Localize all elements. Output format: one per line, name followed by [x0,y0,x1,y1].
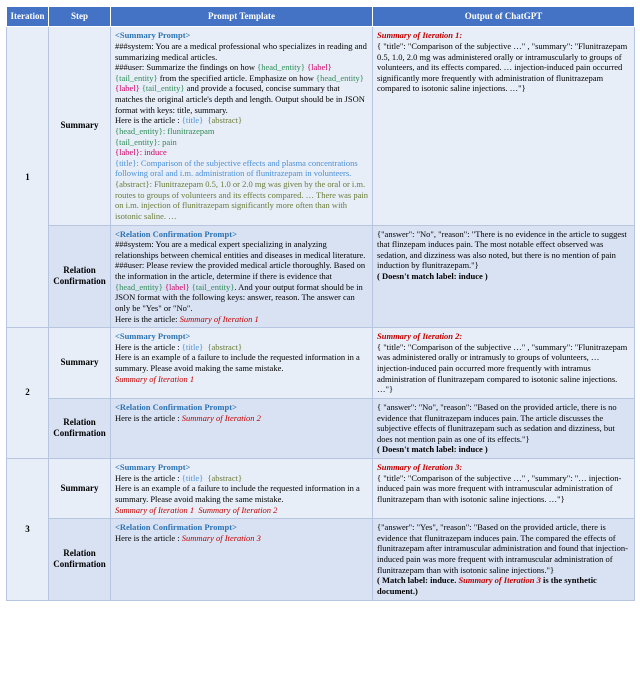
soi-label: Summary of Iteration 2: [377,331,462,341]
summary-prompt-hdr: <Summary Prompt> [115,462,190,472]
label-val: : induce [140,147,167,157]
summary-fail-note: Here is an example of a failure to inclu… [115,352,360,373]
tail-entity-tok: {tail_entity} [115,137,158,147]
tail-entity-tok: {tail_entity} [142,83,185,93]
iteration-cell: 3 [7,459,49,601]
prompt-cell: <Relation Confirmation Prompt> Here is t… [111,519,373,600]
col-prompt: Prompt Template [111,7,373,27]
abstract-tok: {abstract} [207,473,242,483]
summary-article-intro: Here is the article : [115,473,182,483]
relconf-article: Here is the article: [115,314,180,324]
iteration-cell: 1 [7,27,49,328]
output-rel-note: ( Doesn't match label: induce ) [377,271,488,281]
label-tok: {label} [165,282,190,292]
soi-ref: Summary of Iteration 3 [458,575,540,585]
output-cell: Summary of Iteration 3: { "title": "Comp… [373,459,635,519]
title-tok: {title} [115,158,136,168]
head-entity-tok: {head_entity} [257,62,305,72]
soi-ref: Summary of Iteration 1 [180,314,259,324]
summary-user-b: from the specified article. Emphasize on… [158,73,316,83]
output-body: { "title": "Comparison of the subjective… [377,342,627,395]
title-tok: {title} [182,473,203,483]
output-rel: {"answer": "No", "reason": "There is no … [377,229,627,271]
output-rel: { "answer": "No", "reason": "Based on th… [377,402,617,444]
label-tok: {label} [307,62,332,72]
output-cell: { "answer": "No", "reason": "Based on th… [373,398,635,458]
table-row: 1 Summary <Summary Prompt> ###system: Yo… [7,27,635,225]
output-body: { "title": "Comparison of the subjective… [377,41,627,94]
label-tok: {label} [115,83,140,93]
step-cell: Summary [49,459,111,519]
head-entity-tok: {head_entity} [115,126,163,136]
output-body: { "title": "Comparison of the subjective… [377,473,621,504]
col-step: Step [49,7,111,27]
step-cell: Summary [49,27,111,225]
soi-ref: Summary of Iteration 2 [198,505,277,515]
prompt-cell: <Summary Prompt> ###system: You are a me… [111,27,373,225]
title-tok: {title} [182,115,203,125]
prompt-cell: <Summary Prompt> Here is the article : {… [111,328,373,399]
abstract-tok: {abstract} [207,342,242,352]
soi-label: Summary of Iteration 3: [377,462,462,472]
table-row: 2 Summary <Summary Prompt> Here is the a… [7,328,635,399]
summary-article-intro: Here is the article : [115,342,182,352]
table-row: Relation Confirmation <Relation Confirma… [7,225,635,328]
soi-label: Summary of Iteration 1: [377,30,462,40]
table-row: Relation Confirmation <Relation Confirma… [7,398,635,458]
head-entity-tok: {head_entity} [115,282,163,292]
output-cell: {"answer": "Yes", "reason": "Based on th… [373,519,635,600]
head-entity-tok: {head_entity} [316,73,364,83]
relconf-prompt-hdr: <Relation Confirmation Prompt> [115,229,237,239]
soi-ref: Summary of Iteration 2 [182,413,261,423]
prompt-cell: <Relation Confirmation Prompt> Here is t… [111,398,373,458]
output-cell: Summary of Iteration 2: { "title": "Comp… [373,328,635,399]
output-cell: {"answer": "No", "reason": "There is no … [373,225,635,328]
prompt-cell: <Relation Confirmation Prompt> ###system… [111,225,373,328]
relconf-prompt-hdr: <Relation Confirmation Prompt> [115,522,237,532]
summary-user-a: ###user: Summarize the findings on how [115,62,257,72]
summary-article-intro: Here is the article : [115,115,182,125]
table-row: 3 Summary <Summary Prompt> Here is the a… [7,459,635,519]
output-rel: {"answer": "Yes", "reason": "Based on th… [377,522,628,575]
output-rel-note: ( Doesn't match label: induce ) [377,444,488,454]
title-val: : Comparison of the subjective effects a… [115,158,358,179]
table-row: Relation Confirmation <Relation Confirma… [7,519,635,600]
header-row: Iteration Step Prompt Template Output of… [7,7,635,27]
step-cell: Relation Confirmation [49,398,111,458]
col-iteration: Iteration [7,7,49,27]
relconf-system: ###system: You are a medical expert spec… [115,239,365,260]
abstract-tok: {abstract} [115,179,150,189]
iteration-table: Iteration Step Prompt Template Output of… [6,6,635,601]
prompt-cell: <Summary Prompt> Here is the article : {… [111,459,373,519]
title-tok: {title} [182,342,203,352]
output-cell: Summary of Iteration 1: { "title": "Comp… [373,27,635,225]
tail-val: : pain [158,137,177,147]
col-output: Output of ChatGPT [373,7,635,27]
step-cell: Summary [49,328,111,399]
relconf-prompt-hdr: <Relation Confirmation Prompt> [115,402,237,412]
summary-fail-note: Here is an example of a failure to inclu… [115,483,360,504]
tail-entity-tok: {tail_entity} [192,282,235,292]
output-rel-note-a: ( Match label: induce. [377,575,458,585]
soi-ref: Summary of Iteration 3 [182,533,261,543]
abstract-tok: {abstract} [207,115,242,125]
relconf-article: Here is the article : [115,533,182,543]
relconf-user-a: ###user: Please review the provided medi… [115,260,365,281]
summary-prompt-hdr: <Summary Prompt> [115,331,190,341]
summary-system: ###system: You are a medical professiona… [115,41,367,62]
soi-ref: Summary of Iteration 1 [115,374,194,384]
iteration-cell: 2 [7,328,49,459]
relconf-article: Here is the article : [115,413,182,423]
step-cell: Relation Confirmation [49,225,111,328]
head-val: : flunitrazepam [163,126,215,136]
label-tok: {label} [115,147,140,157]
tail-entity-tok: {tail_entity} [115,73,158,83]
summary-prompt-hdr: <Summary Prompt> [115,30,190,40]
abstract-val: : Flunitrazepam 0.5, 1.0 or 2.0 mg was g… [115,179,368,221]
soi-ref: Summary of Iteration 1 [115,505,194,515]
step-cell: Relation Confirmation [49,519,111,600]
